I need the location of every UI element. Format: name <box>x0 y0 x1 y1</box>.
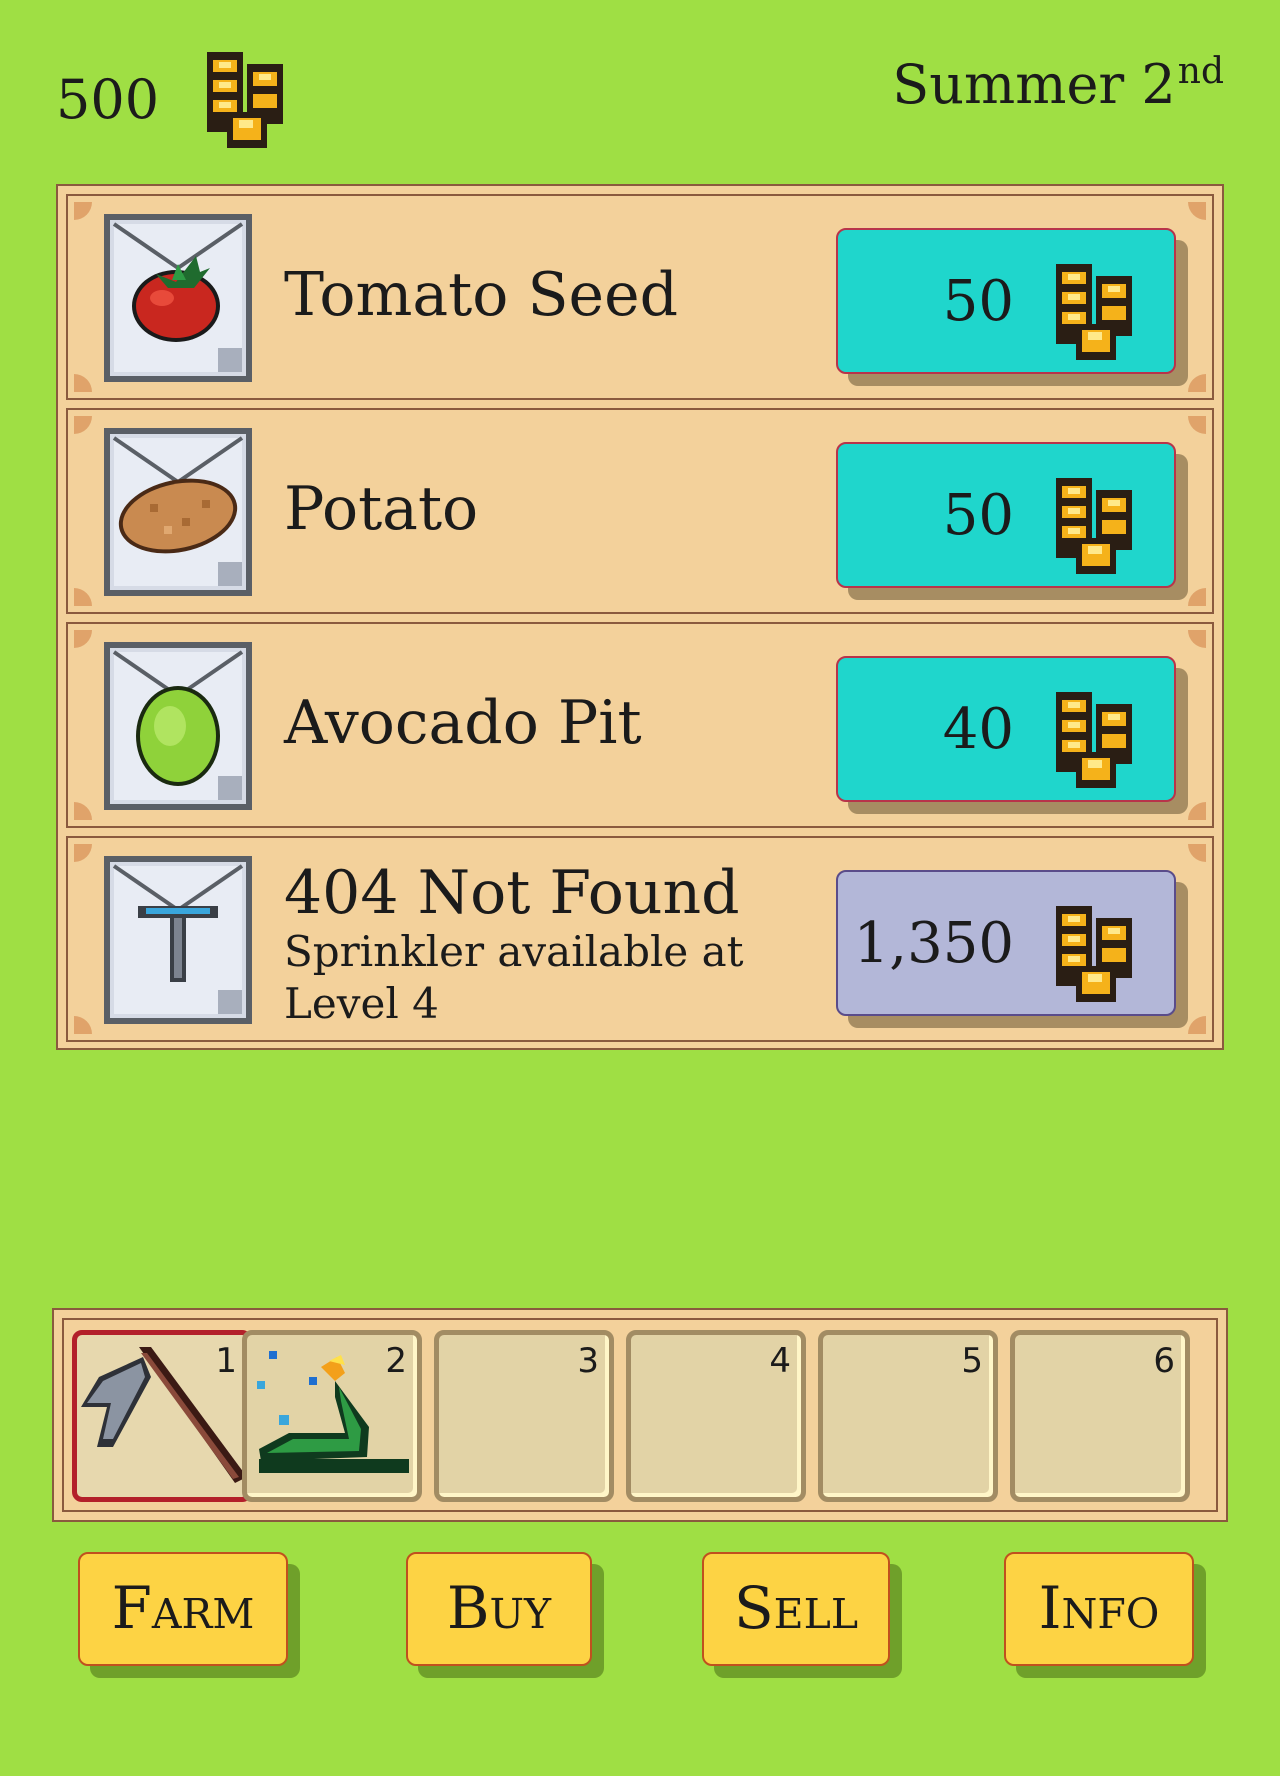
farm-button[interactable]: Farm <box>78 1552 288 1666</box>
sell-button[interactable]: Sell <box>702 1552 890 1666</box>
unlock-level: Level 4 <box>284 979 439 1028</box>
slot-number: 6 <box>1153 1341 1175 1381</box>
tomato-icon <box>102 212 254 384</box>
item-name: Potato <box>284 474 479 544</box>
hotbar-slot-6[interactable]: 6 <box>1010 1330 1190 1502</box>
hotbar-slot-3[interactable]: 3 <box>434 1330 614 1502</box>
gold-readout: 500 <box>56 52 295 148</box>
gold-coins-icon <box>1056 478 1132 574</box>
slot-number: 3 <box>577 1341 599 1381</box>
hotbar-slot-4[interactable]: 4 <box>626 1330 806 1502</box>
info-button[interactable]: Info <box>1004 1552 1194 1666</box>
sprinkler-icon <box>102 854 254 1026</box>
price-value: 50 <box>942 269 1014 334</box>
slot-number: 4 <box>769 1341 791 1381</box>
hotbar-slot-1[interactable]: 1 <box>72 1330 252 1502</box>
hotbar-slot-5[interactable]: 5 <box>818 1330 998 1502</box>
item-name: Tomato Seed <box>284 260 678 330</box>
season-date: Summer 2nd <box>892 54 1224 112</box>
buy-avocado-pit-button[interactable]: 40 <box>836 656 1176 802</box>
shop-row-tomato-seed: Tomato Seed 50 <box>66 194 1214 400</box>
hotbar: 1 2 3 4 5 6 <box>52 1308 1228 1522</box>
shop-panel: Tomato Seed 50 Potato 50 Avocado Pit 40 … <box>56 184 1224 1050</box>
item-name: 404 Not Found <box>284 858 740 928</box>
item-name: Avocado Pit <box>284 688 642 758</box>
price-value: 40 <box>942 697 1014 762</box>
shop-row-potato: Potato 50 <box>66 408 1214 614</box>
buy-tomato-seed-button[interactable]: 50 <box>836 228 1176 374</box>
shop-row-avocado-pit: Avocado Pit 40 <box>66 622 1214 828</box>
slot-number: 5 <box>961 1341 983 1381</box>
slot-number: 1 <box>215 1341 237 1381</box>
shop-row-sprinkler: 404 Not Found Sprinkler available at Lev… <box>66 836 1214 1042</box>
buy-sprinkler-button[interactable]: 1,350 <box>836 870 1176 1016</box>
hotbar-slot-2[interactable]: 2 <box>242 1330 422 1502</box>
gold-coins-icon <box>207 52 284 148</box>
price-value: 1,350 <box>853 911 1014 976</box>
gold-coins-icon <box>1056 906 1132 1002</box>
gold-coins-icon <box>1056 692 1132 788</box>
buy-potato-button[interactable]: 50 <box>836 442 1176 588</box>
day-suffix: nd <box>1177 51 1224 92</box>
slot-number: 2 <box>385 1341 407 1381</box>
avocado-pit-icon <box>102 640 254 812</box>
unlock-note: Sprinkler available at <box>284 927 744 976</box>
gold-amount: 500 <box>56 68 160 131</box>
price-value: 50 <box>942 483 1014 548</box>
gold-coins-icon <box>1056 264 1132 360</box>
season-day-text: Summer 2 <box>892 53 1176 116</box>
buy-button[interactable]: Buy <box>406 1552 592 1666</box>
potato-icon <box>102 426 254 598</box>
